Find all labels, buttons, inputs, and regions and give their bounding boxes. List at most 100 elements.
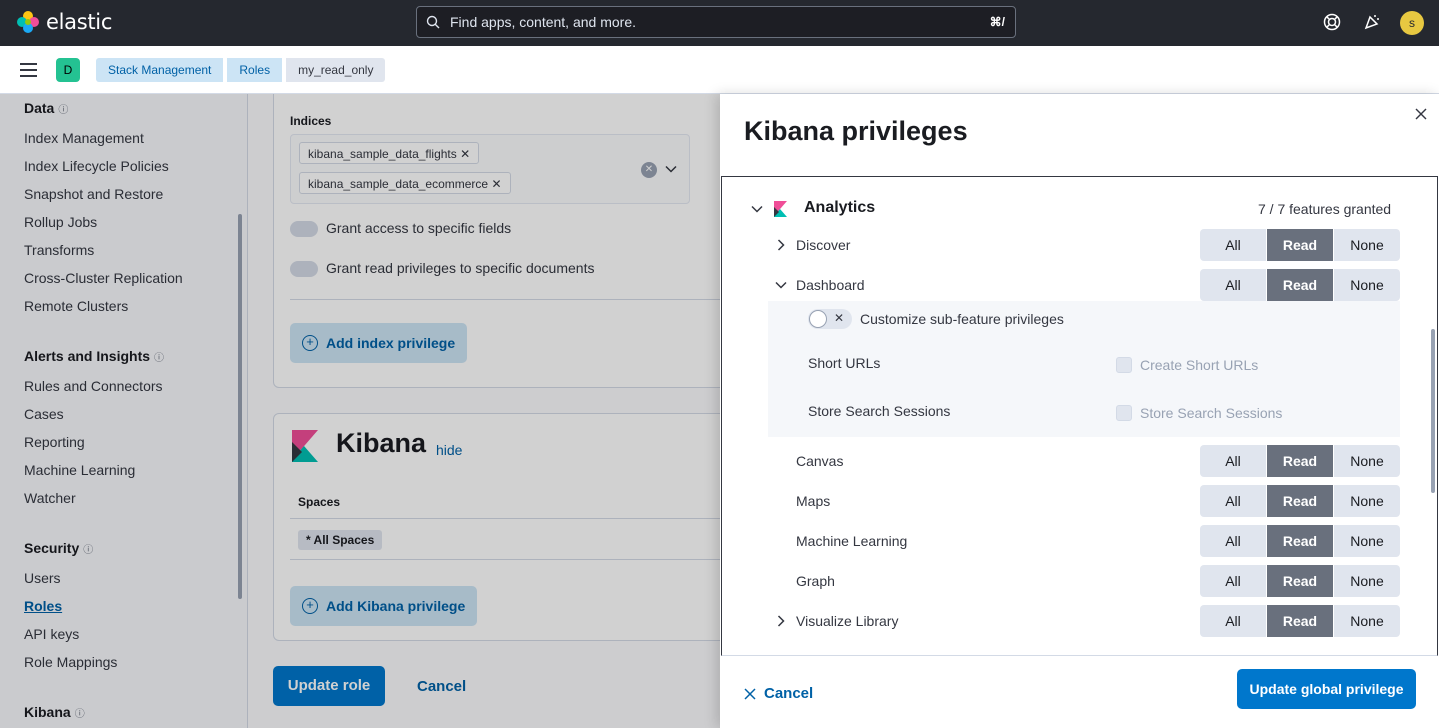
chevron-down-icon[interactable] bbox=[665, 163, 677, 175]
info-icon: ⓘ bbox=[83, 545, 94, 556]
feature-name: Machine Learning bbox=[796, 533, 908, 549]
update-role-button[interactable]: Update role bbox=[273, 666, 385, 706]
close-icon[interactable] bbox=[1414, 107, 1428, 121]
sidebar-item-remote-clusters[interactable]: Remote Clusters bbox=[24, 298, 128, 314]
privilege-all-button[interactable]: All bbox=[1200, 269, 1267, 301]
privilege-selector: All Read None bbox=[1200, 485, 1400, 517]
sub-feature-checkbox[interactable] bbox=[1116, 405, 1132, 421]
indices-combobox[interactable]: kibana_sample_data_flights ✕ kibana_samp… bbox=[290, 134, 690, 204]
privilege-none-button[interactable]: None bbox=[1334, 525, 1400, 557]
sidebar-item-watcher[interactable]: Watcher bbox=[24, 490, 76, 506]
sidebar-item-ml[interactable]: Machine Learning bbox=[24, 462, 135, 478]
flyout-footer: Cancel Update global privilege bbox=[720, 657, 1439, 728]
search-shortcut: ⌘/ bbox=[989, 15, 1005, 29]
hide-link[interactable]: hide bbox=[436, 442, 462, 458]
search-placeholder: Find apps, content, and more. bbox=[450, 14, 636, 30]
help-icon[interactable] bbox=[1322, 12, 1342, 32]
privilege-read-button[interactable]: Read bbox=[1267, 565, 1334, 597]
update-global-privilege-button[interactable]: Update global privilege bbox=[1237, 669, 1416, 709]
sidebar-item-api-keys[interactable]: API keys bbox=[24, 626, 79, 642]
sidebar-item-rules[interactable]: Rules and Connectors bbox=[24, 378, 163, 394]
search-icon bbox=[426, 15, 440, 29]
global-search-input[interactable]: Find apps, content, and more. ⌘/ bbox=[416, 6, 1016, 38]
privilege-all-button[interactable]: All bbox=[1200, 605, 1267, 637]
chevron-right-icon[interactable] bbox=[774, 238, 788, 252]
category-row[interactable]: Analytics 7 / 7 features granted bbox=[722, 177, 1437, 237]
sub-feature-checkbox[interactable] bbox=[1116, 357, 1132, 373]
sidebar-item-reporting[interactable]: Reporting bbox=[24, 434, 85, 450]
privilege-read-button[interactable]: Read bbox=[1267, 269, 1334, 301]
field-access-toggle[interactable] bbox=[290, 221, 318, 237]
sidebar-item-users[interactable]: Users bbox=[24, 570, 61, 586]
user-avatar[interactable]: s bbox=[1400, 11, 1424, 35]
customize-sub-feature-toggle[interactable]: ✕ bbox=[808, 309, 852, 329]
privilege-selector: All Read None bbox=[1200, 605, 1400, 637]
flyout-cancel-button[interactable]: Cancel bbox=[744, 685, 813, 702]
privilege-selector: All Read None bbox=[1200, 269, 1400, 301]
privilege-all-button[interactable]: All bbox=[1200, 525, 1267, 557]
privilege-read-button[interactable]: Read bbox=[1267, 229, 1334, 261]
sidebar-item-role-mappings[interactable]: Role Mappings bbox=[24, 654, 117, 670]
info-icon: ⓘ bbox=[154, 353, 165, 364]
sub-feature-name: Store Search Sessions bbox=[808, 403, 951, 419]
privilege-none-button[interactable]: None bbox=[1334, 565, 1400, 597]
privilege-none-button[interactable]: None bbox=[1334, 229, 1400, 261]
privilege-none-button[interactable]: None bbox=[1334, 485, 1400, 517]
sidebar-item-snapshot[interactable]: Snapshot and Restore bbox=[24, 186, 163, 202]
breadcrumb-current: my_read_only bbox=[286, 58, 386, 82]
feature-name: Dashboard bbox=[796, 277, 865, 293]
top-header: elastic Find apps, content, and more. ⌘/… bbox=[0, 0, 1439, 46]
flyout-scrollbar[interactable] bbox=[1431, 329, 1435, 493]
chevron-down-icon[interactable] bbox=[750, 202, 764, 216]
space-avatar[interactable]: D bbox=[56, 58, 80, 82]
menu-toggle-icon[interactable] bbox=[20, 63, 37, 77]
sidebar-item-ccr[interactable]: Cross-Cluster Replication bbox=[24, 270, 183, 286]
cancel-button[interactable]: Cancel bbox=[417, 678, 466, 695]
flyout-title: Kibana privileges bbox=[744, 116, 968, 146]
sidebar-scrollbar[interactable] bbox=[238, 214, 242, 599]
sub-feature-checkbox-label: Store Search Sessions bbox=[1140, 405, 1283, 421]
kibana-section-title: Kibana bbox=[336, 428, 427, 458]
info-icon: ⓘ bbox=[74, 709, 85, 720]
privileges-table: Analytics 7 / 7 features granted Discove… bbox=[721, 176, 1438, 656]
document-access-toggle[interactable] bbox=[290, 261, 318, 277]
feature-name: Maps bbox=[796, 493, 831, 509]
sidebar-item-rollup[interactable]: Rollup Jobs bbox=[24, 214, 97, 230]
remove-icon[interactable]: ✕ bbox=[491, 177, 501, 191]
breadcrumb-stack-management[interactable]: Stack Management bbox=[96, 58, 224, 82]
privilege-selector: All Read None bbox=[1200, 565, 1400, 597]
sidebar-item-transforms[interactable]: Transforms bbox=[24, 242, 94, 258]
sidebar-item-index-management[interactable]: Index Management bbox=[24, 130, 144, 146]
newsfeed-icon[interactable] bbox=[1362, 12, 1382, 32]
privilege-all-button[interactable]: All bbox=[1200, 445, 1267, 477]
feature-name: Canvas bbox=[796, 453, 844, 469]
privilege-read-button[interactable]: Read bbox=[1267, 485, 1334, 517]
privilege-read-button[interactable]: Read bbox=[1267, 525, 1334, 557]
privilege-selector: All Read None bbox=[1200, 525, 1400, 557]
sidebar-group-alerts: Alerts and Insights ⓘ bbox=[24, 348, 164, 364]
remove-icon[interactable]: ✕ bbox=[460, 147, 470, 161]
divider bbox=[290, 299, 720, 300]
add-kibana-privilege-button[interactable]: + Add Kibana privilege bbox=[290, 586, 478, 626]
elastic-logo[interactable]: elastic bbox=[16, 10, 112, 34]
chevron-right-icon[interactable] bbox=[774, 614, 788, 628]
close-icon: ✕ bbox=[834, 311, 845, 325]
privilege-all-button[interactable]: All bbox=[1200, 485, 1267, 517]
privilege-read-button[interactable]: Read bbox=[1267, 445, 1334, 477]
breadcrumb-roles[interactable]: Roles bbox=[227, 58, 283, 82]
index-pill-label: kibana_sample_data_flights bbox=[308, 147, 457, 161]
privilege-none-button[interactable]: None bbox=[1334, 605, 1400, 637]
sidebar-item-ilm[interactable]: Index Lifecycle Policies bbox=[24, 158, 169, 174]
chevron-down-icon[interactable] bbox=[774, 278, 788, 292]
privilege-read-button[interactable]: Read bbox=[1267, 605, 1334, 637]
clear-icon[interactable]: ✕ bbox=[641, 162, 657, 178]
privilege-all-button[interactable]: All bbox=[1200, 229, 1267, 261]
sidebar-item-roles[interactable]: Roles bbox=[24, 598, 62, 614]
privilege-none-button[interactable]: None bbox=[1334, 445, 1400, 477]
add-index-privilege-button[interactable]: + Add index privilege bbox=[290, 323, 468, 363]
add-kibana-label: Add Kibana privilege bbox=[326, 598, 466, 614]
privilege-all-button[interactable]: All bbox=[1200, 565, 1267, 597]
privilege-none-button[interactable]: None bbox=[1334, 269, 1400, 301]
sidebar-group-label: Alerts and Insights bbox=[24, 348, 151, 364]
sidebar-item-cases[interactable]: Cases bbox=[24, 406, 64, 422]
